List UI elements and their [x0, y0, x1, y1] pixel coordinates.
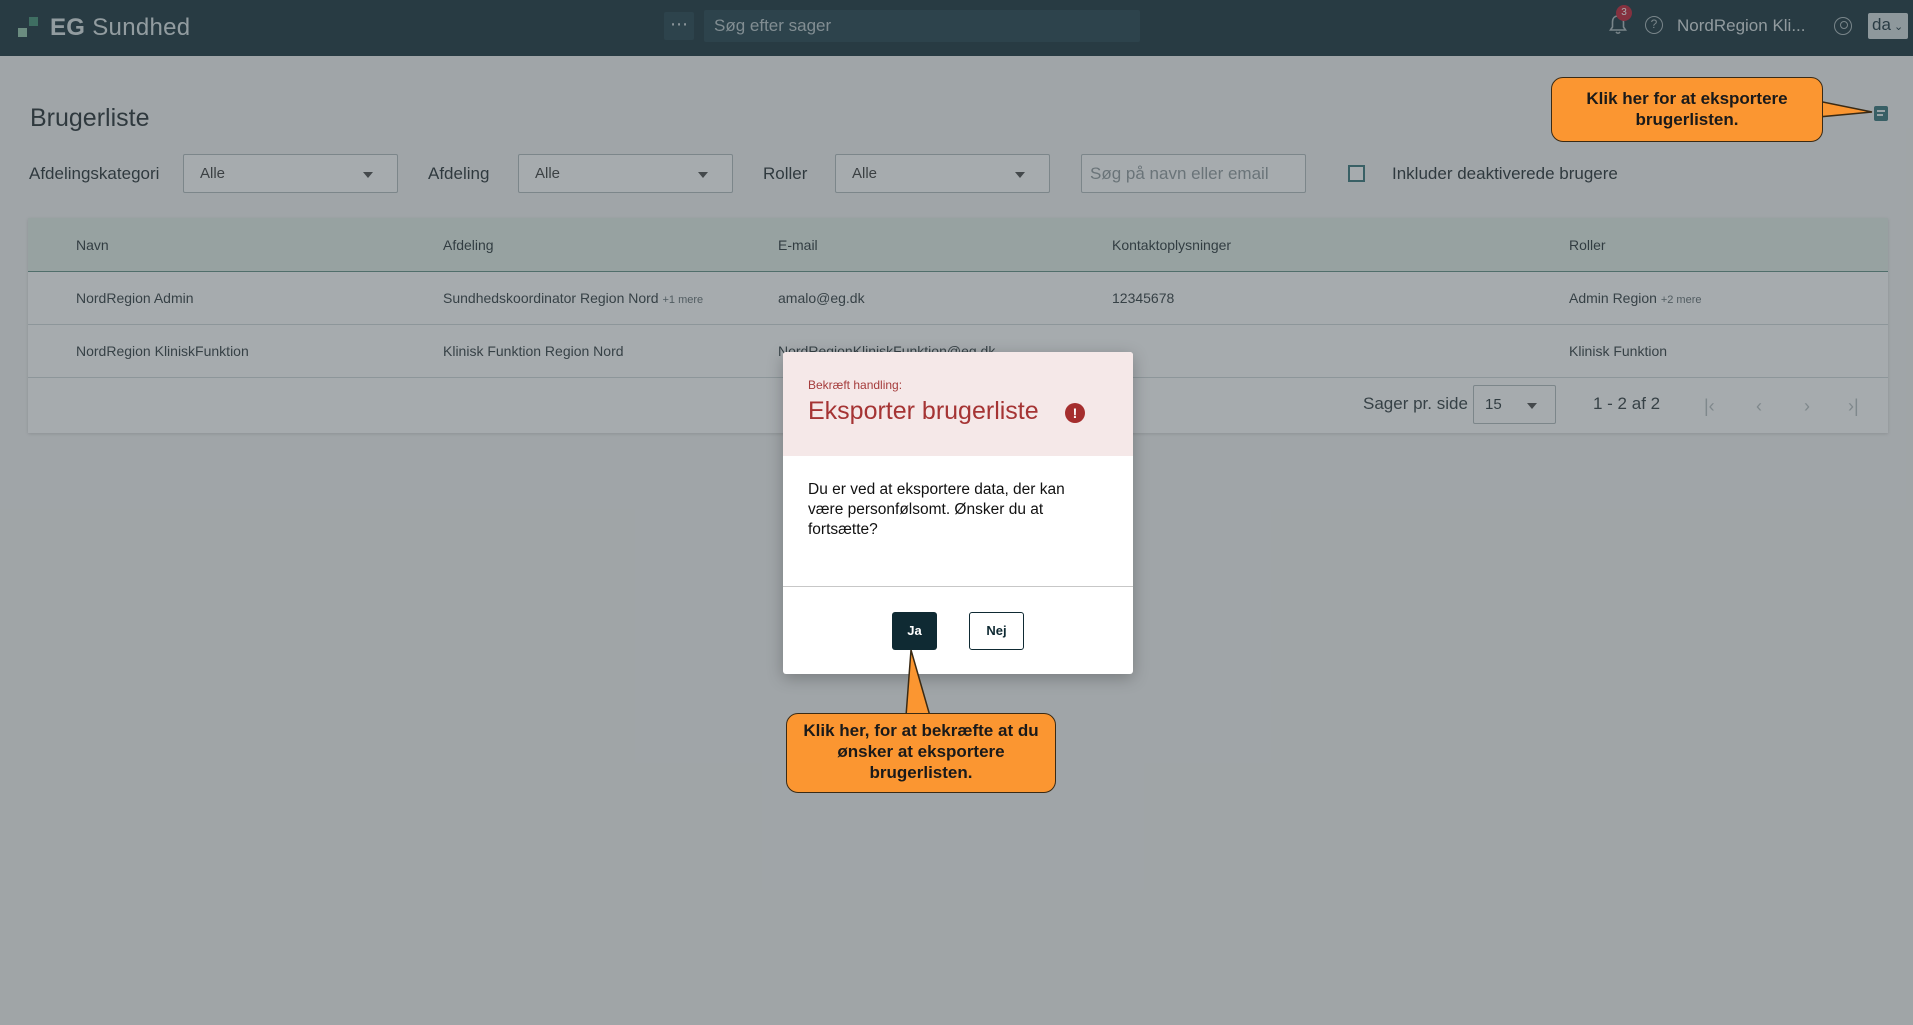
callout-pointers — [905, 100, 1873, 717]
confirm-hint-text: Klik her, for at bekræfte at du ønsker a… — [803, 721, 1039, 782]
confirm-callout-pointer — [905, 649, 931, 717]
export-hint-callout: Klik her for at eksportere brugerlisten. — [1551, 77, 1823, 142]
export-hint-text: Klik her for at eksportere brugerlisten. — [1586, 89, 1788, 129]
export-callout-pointer — [1817, 100, 1873, 118]
confirm-hint-callout: Klik her, for at bekræfte at du ønsker a… — [786, 713, 1056, 793]
